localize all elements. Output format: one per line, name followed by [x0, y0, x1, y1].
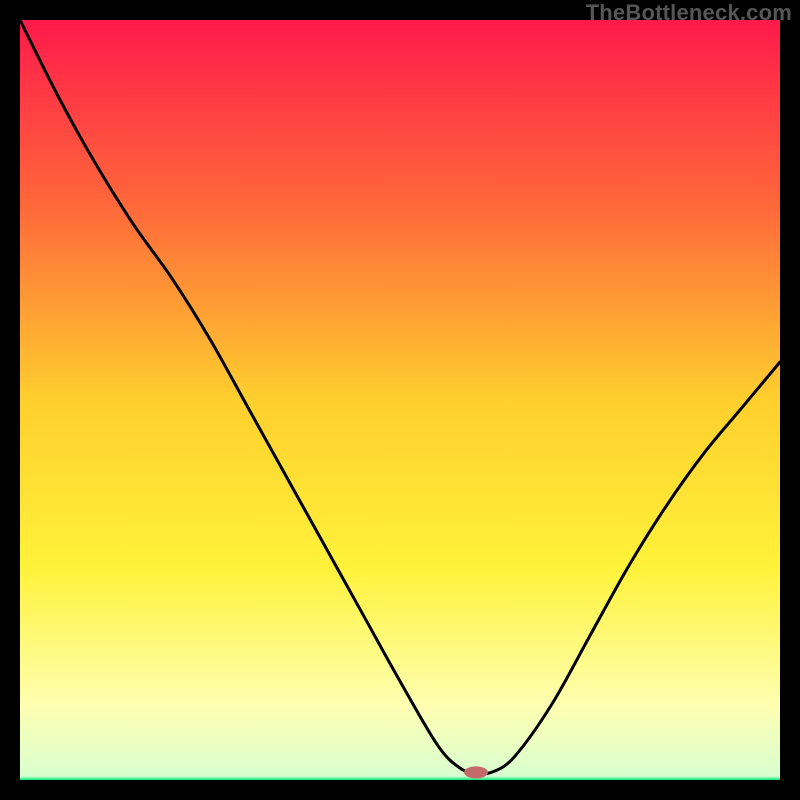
plot-area: [20, 20, 780, 780]
chart-frame: TheBottleneck.com: [0, 0, 800, 800]
minimum-marker: [464, 766, 488, 778]
gradient-background: [20, 20, 780, 780]
bottleneck-chart: [20, 20, 780, 780]
